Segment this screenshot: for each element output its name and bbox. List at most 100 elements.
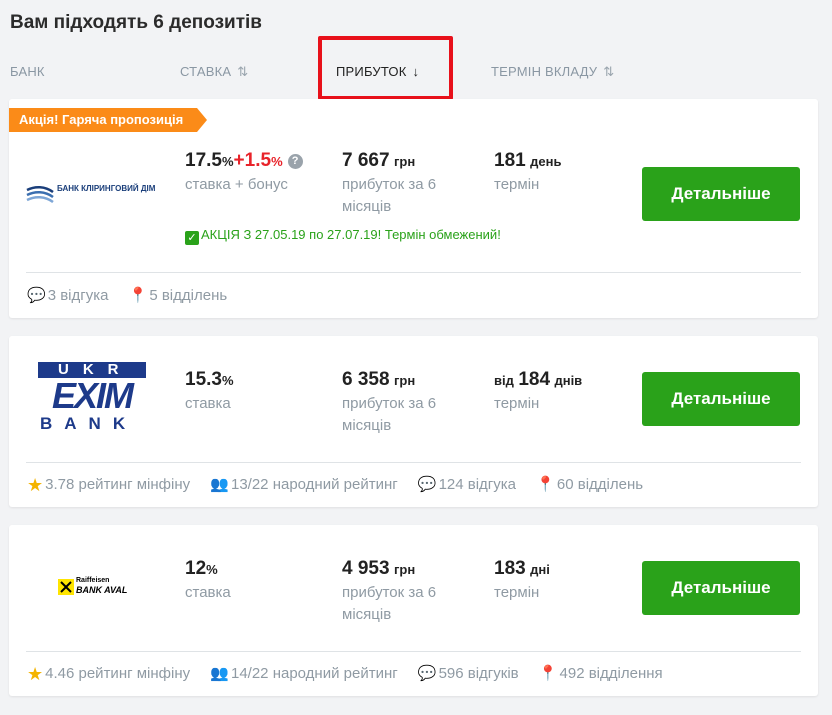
people-rating: 14/22 народний рейтинг (230, 665, 398, 682)
people-rating-link[interactable]: 👥 14/22 народний рейтинг (210, 664, 397, 682)
term-label: термін (494, 176, 540, 193)
profit-unit: грн (394, 154, 416, 169)
bank-logo: UKR EXIM BANK (38, 362, 146, 435)
card-footer: ★ 4.46 рейтинг мінфіну 👥 14/22 народний ре… (27, 664, 679, 685)
term-label: термін (494, 584, 540, 601)
profit-value: 6 358 (342, 369, 390, 390)
rate-label: ставка (185, 584, 231, 601)
checkmark-icon: ✓ (185, 231, 199, 245)
branches-link[interactable]: 📍 5 відділень (129, 286, 228, 304)
minfin-rating: 4.46 рейтинг мінфіну (45, 665, 191, 682)
profit-value: 7 667 (342, 150, 390, 171)
profit-unit: грн (394, 562, 416, 577)
sort-icon: ⇅ (237, 64, 249, 79)
minfin-rating: 3.78 рейтинг мінфіну (45, 476, 191, 493)
star-icon: ★ (27, 475, 44, 495)
column-header-rate-label: СТАВКА (180, 64, 232, 79)
reviews-link[interactable]: 💬 3 відгука (27, 286, 108, 304)
location-pin-icon: 📍 (536, 476, 555, 493)
term-value: 181 (494, 150, 526, 171)
rate-block: 15.3% ставка (185, 369, 234, 415)
term-block: 181 день термін (494, 150, 561, 196)
rate-label: ставка + бонус (185, 176, 288, 193)
card-divider (26, 651, 801, 652)
rate-block: 12% ставка (185, 558, 231, 604)
page-title: Вам підходять 6 депозитів (10, 12, 262, 33)
people-icon: 👥 (210, 476, 229, 493)
promo-badge: Акція! Гаряча пропозиція (9, 108, 208, 132)
rate-unit: % (206, 562, 218, 577)
card-divider (26, 462, 801, 463)
term-block: 183 дні термін (494, 558, 550, 604)
reviews-count: 124 відгука (438, 476, 517, 493)
card-footer: ★ 3.78 рейтинг мінфіну 👥 13/22 народний ре… (27, 475, 659, 496)
profit-label: прибуток за 6 місяців (342, 395, 437, 434)
term-value: 183 (494, 558, 526, 579)
logo-bottom: BANK AVAL (76, 585, 128, 595)
rate-unit: % (221, 373, 234, 388)
bonus-unit: % (271, 154, 283, 169)
card-divider (26, 272, 801, 273)
column-header-bank-label: БАНК (10, 64, 45, 79)
term-block: від 184 днів термін (494, 369, 582, 415)
people-rating: 13/22 народний рейтинг (230, 476, 398, 493)
branches-count: 492 відділення (559, 665, 663, 682)
raiffeisen-mark-icon (58, 579, 74, 595)
reviews-count: 596 відгуків (438, 665, 519, 682)
comment-icon: 💬 (417, 476, 437, 493)
profit-block: 4 953 грн прибуток за 6 місяців (342, 558, 472, 626)
branches-count: 60 відділень (556, 476, 644, 493)
term-unit: день (530, 154, 562, 169)
branches-link[interactable]: 📍 492 відділення (539, 664, 663, 682)
bank-logo: БАНК КЛІРИНГОВИЙ ДІМ (25, 182, 155, 211)
rate-value: 12 (185, 558, 207, 579)
reviews-link[interactable]: 💬 596 відгуків (418, 664, 519, 682)
bonus-value: +1.5 (233, 150, 272, 171)
rate-value: 17.5 (185, 150, 222, 171)
minfin-rating-link[interactable]: ★ 3.78 рейтинг мінфіну (27, 475, 190, 496)
card-footer: 💬 3 відгука 📍 5 відділень (27, 286, 243, 304)
rate-label: ставка (185, 395, 231, 412)
profit-block: 6 358 грн прибуток за 6 місяців (342, 369, 472, 437)
term-unit: дні (530, 562, 550, 577)
term-prefix: від (494, 373, 514, 388)
people-icon: 👥 (210, 665, 229, 682)
comment-icon: 💬 (417, 665, 437, 682)
deposit-card: Raiffeisen BANK AVAL 12% ставка 4 953 гр… (9, 525, 818, 696)
term-unit: днів (554, 373, 583, 388)
column-header-bank[interactable]: БАНК (10, 64, 45, 79)
location-pin-icon: 📍 (538, 665, 558, 682)
deposit-card: Акція! Гаряча пропозиція БАНК КЛІРИНГОВИ… (9, 99, 818, 318)
logo-bottom: BANK (40, 414, 138, 433)
details-button[interactable]: Детальніше (642, 561, 800, 615)
promo-note-text: АКЦІЯ З 27.05.19 по 27.07.19! Термін обм… (201, 227, 501, 242)
comment-icon: 💬 (27, 287, 46, 304)
rate-value: 15.3 (185, 369, 222, 390)
people-rating-link[interactable]: 👥 13/22 народний рейтинг (210, 475, 397, 493)
branches-count: 5 відділень (149, 287, 228, 304)
reviews-link[interactable]: 💬 124 відгука (418, 475, 516, 493)
logo-mid: EXIM (51, 375, 134, 416)
star-icon: ★ (27, 664, 44, 684)
bank-logo-text: БАНК КЛІРИНГОВИЙ ДІМ (57, 184, 156, 193)
help-icon[interactable]: ? (287, 154, 303, 169)
details-button[interactable]: Детальніше (642, 372, 800, 426)
profit-unit: грн (394, 373, 416, 388)
highlight-frame (318, 36, 453, 100)
deposit-card: UKR EXIM BANK 15.3% ставка 6 358 грн при… (9, 336, 818, 507)
location-pin-icon: 📍 (128, 287, 148, 304)
column-header-rate[interactable]: СТАВКА ⇅ (180, 64, 248, 80)
reviews-count: 3 відгука (47, 287, 109, 304)
minfin-rating-link[interactable]: ★ 4.46 рейтинг мінфіну (27, 664, 190, 685)
profit-label: прибуток за 6 місяців (342, 176, 437, 215)
term-label: термін (494, 395, 540, 412)
branches-link[interactable]: 📍 60 відділень (536, 475, 643, 493)
rate-block: 17.5%+1.5%? ставка + бонус (185, 150, 303, 196)
rate-unit: % (221, 154, 234, 169)
sort-icon: ⇅ (603, 64, 615, 79)
profit-value: 4 953 (342, 558, 390, 579)
logo-top: Raiffeisen (76, 577, 110, 584)
column-header-term[interactable]: ТЕРМІН ВКЛАДУ ⇅ (491, 64, 614, 80)
details-button[interactable]: Детальніше (642, 167, 800, 221)
profit-label: прибуток за 6 місяців (342, 584, 437, 623)
